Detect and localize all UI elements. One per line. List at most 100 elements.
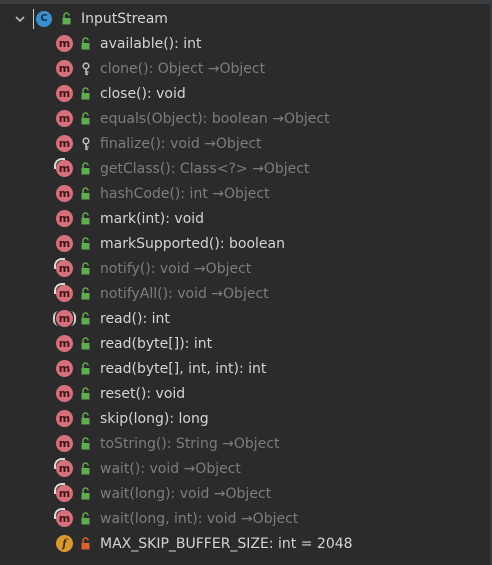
public-lock-icon bbox=[79, 161, 93, 177]
member-icon-letter: f bbox=[62, 537, 67, 550]
tree-node-method[interactable]: m mark(int): void bbox=[56, 206, 204, 231]
member-icon-letter: m bbox=[58, 487, 71, 500]
tree-node-method[interactable]: m read(byte[]): int bbox=[56, 331, 212, 356]
method-icon: m bbox=[56, 435, 73, 452]
member-label: getClass(): Class<?> →Object bbox=[100, 160, 310, 177]
method-icon: m bbox=[56, 35, 73, 52]
method-icon: m bbox=[56, 135, 73, 152]
member-label: read(byte[]): int bbox=[100, 335, 213, 352]
field-icon: f bbox=[56, 535, 73, 552]
member-icon-letter: m bbox=[58, 62, 71, 75]
method-icon: m bbox=[56, 185, 73, 202]
member-label: equals(Object): boolean →Object bbox=[100, 110, 330, 127]
member-icon-letter: m bbox=[58, 412, 71, 425]
member-icon-letter: m bbox=[58, 112, 71, 125]
member-label: wait(long): void →Object bbox=[100, 485, 272, 502]
tree-node-method[interactable]: m close(): void bbox=[56, 81, 186, 106]
tree-node-method[interactable]: m toString(): String →Object bbox=[56, 431, 279, 456]
method-icon: m bbox=[56, 235, 73, 252]
class-icon-letter: C bbox=[40, 13, 48, 24]
panel-top-edge bbox=[0, 0, 492, 4]
public-lock-icon bbox=[79, 386, 93, 402]
tree-node-method[interactable]: m notifyAll(): void →Object bbox=[54, 281, 269, 306]
public-lock-icon bbox=[79, 486, 93, 502]
method-icon: m bbox=[56, 335, 73, 352]
public-lock-icon bbox=[79, 336, 93, 352]
member-label: wait(): void →Object bbox=[100, 460, 241, 477]
tree-node-method[interactable]: m hashCode(): int →Object bbox=[56, 181, 270, 206]
member-icon-letter: m bbox=[58, 462, 71, 475]
member-label: notifyAll(): void →Object bbox=[100, 285, 269, 302]
tree-node-method[interactable]: m finalize(): void →Object bbox=[56, 131, 262, 156]
structure-panel: C InputStream m available(): int m clone():… bbox=[0, 0, 492, 565]
public-lock-icon bbox=[60, 11, 74, 27]
method-icon: m bbox=[56, 60, 73, 77]
tree-node-method[interactable]: m markSupported(): boolean bbox=[56, 231, 285, 256]
public-lock-icon bbox=[79, 411, 93, 427]
public-lock-icon bbox=[79, 361, 93, 377]
overriding-method-icon: m bbox=[54, 258, 73, 277]
public-lock-icon bbox=[79, 86, 93, 102]
member-icon-letter: m bbox=[58, 87, 71, 100]
member-icon-letter: m bbox=[58, 337, 71, 350]
method-icon: m bbox=[56, 85, 73, 102]
abstract-method-icon: m bbox=[53, 310, 76, 327]
overriding-method-icon: m bbox=[54, 508, 73, 527]
protected-key-icon bbox=[79, 136, 93, 152]
member-label: available(): int bbox=[100, 35, 202, 52]
tree-node-method[interactable]: m read(): int bbox=[53, 306, 170, 331]
abstract-class-icon: C bbox=[33, 8, 52, 29]
tree-node-method[interactable]: m read(byte[], int, int): int bbox=[56, 356, 266, 381]
member-icon-letter: m bbox=[58, 37, 71, 50]
public-lock-icon bbox=[79, 261, 93, 277]
member-label: finalize(): void →Object bbox=[100, 135, 262, 152]
tree-node-method[interactable]: m available(): int bbox=[56, 31, 202, 56]
tree-node-method[interactable]: m notify(): void →Object bbox=[54, 256, 252, 281]
member-icon-letter: m bbox=[58, 237, 71, 250]
public-lock-icon bbox=[79, 436, 93, 452]
tree-node-method[interactable]: m getClass(): Class<?> →Object bbox=[54, 156, 310, 181]
member-label: MAX_SKIP_BUFFER_SIZE: int = 2048 bbox=[100, 535, 353, 552]
member-label: toString(): String →Object bbox=[100, 435, 280, 452]
member-label: wait(long, int): void →Object bbox=[100, 510, 299, 527]
member-label: clone(): Object →Object bbox=[100, 60, 266, 77]
method-icon: m bbox=[56, 385, 73, 402]
tree-node-method[interactable]: m equals(Object): boolean →Object bbox=[56, 106, 330, 131]
member-label: markSupported(): boolean bbox=[100, 235, 285, 252]
member-icon-letter: m bbox=[58, 187, 71, 200]
chevron-down-icon[interactable] bbox=[12, 11, 28, 27]
public-lock-icon bbox=[79, 461, 93, 477]
tree-node-method[interactable]: m wait(long, int): void →Object bbox=[54, 506, 299, 531]
tree-node-method[interactable]: m reset(): void bbox=[56, 381, 185, 406]
public-lock-icon bbox=[79, 236, 93, 252]
public-lock-icon bbox=[79, 511, 93, 527]
overriding-method-icon: m bbox=[54, 483, 73, 502]
member-icon-letter: m bbox=[58, 212, 71, 225]
tree-node-method[interactable]: m wait(): void →Object bbox=[54, 456, 241, 481]
member-icon-letter: m bbox=[58, 512, 71, 525]
member-icon-letter: m bbox=[58, 287, 71, 300]
method-icon: m bbox=[56, 360, 73, 377]
tree-node-class[interactable]: C InputStream bbox=[12, 6, 168, 31]
tree-node-field[interactable]: f MAX_SKIP_BUFFER_SIZE: int = 2048 bbox=[56, 531, 353, 556]
tree-node-method[interactable]: m skip(long): long bbox=[56, 406, 209, 431]
class-name: InputStream bbox=[81, 10, 168, 27]
method-icon: m bbox=[56, 110, 73, 127]
member-icon-letter: m bbox=[58, 162, 71, 175]
member-label: notify(): void →Object bbox=[100, 260, 252, 277]
overriding-method-icon: m bbox=[54, 283, 73, 302]
tree-node-method[interactable]: m clone(): Object →Object bbox=[56, 56, 265, 81]
member-label: mark(int): void bbox=[100, 210, 205, 227]
public-lock-icon bbox=[79, 36, 93, 52]
method-icon: m bbox=[56, 410, 73, 427]
protected-key-icon bbox=[79, 61, 93, 77]
member-icon-letter: m bbox=[58, 387, 71, 400]
method-icon: m bbox=[56, 210, 73, 227]
member-icon-letter: m bbox=[58, 362, 71, 375]
member-label: hashCode(): int →Object bbox=[100, 185, 270, 202]
public-lock-icon bbox=[79, 186, 93, 202]
overriding-method-icon: m bbox=[54, 458, 73, 477]
member-icon-letter: m bbox=[58, 262, 71, 275]
tree-node-method[interactable]: m wait(long): void →Object bbox=[54, 481, 272, 506]
member-label: read(): int bbox=[100, 310, 170, 327]
